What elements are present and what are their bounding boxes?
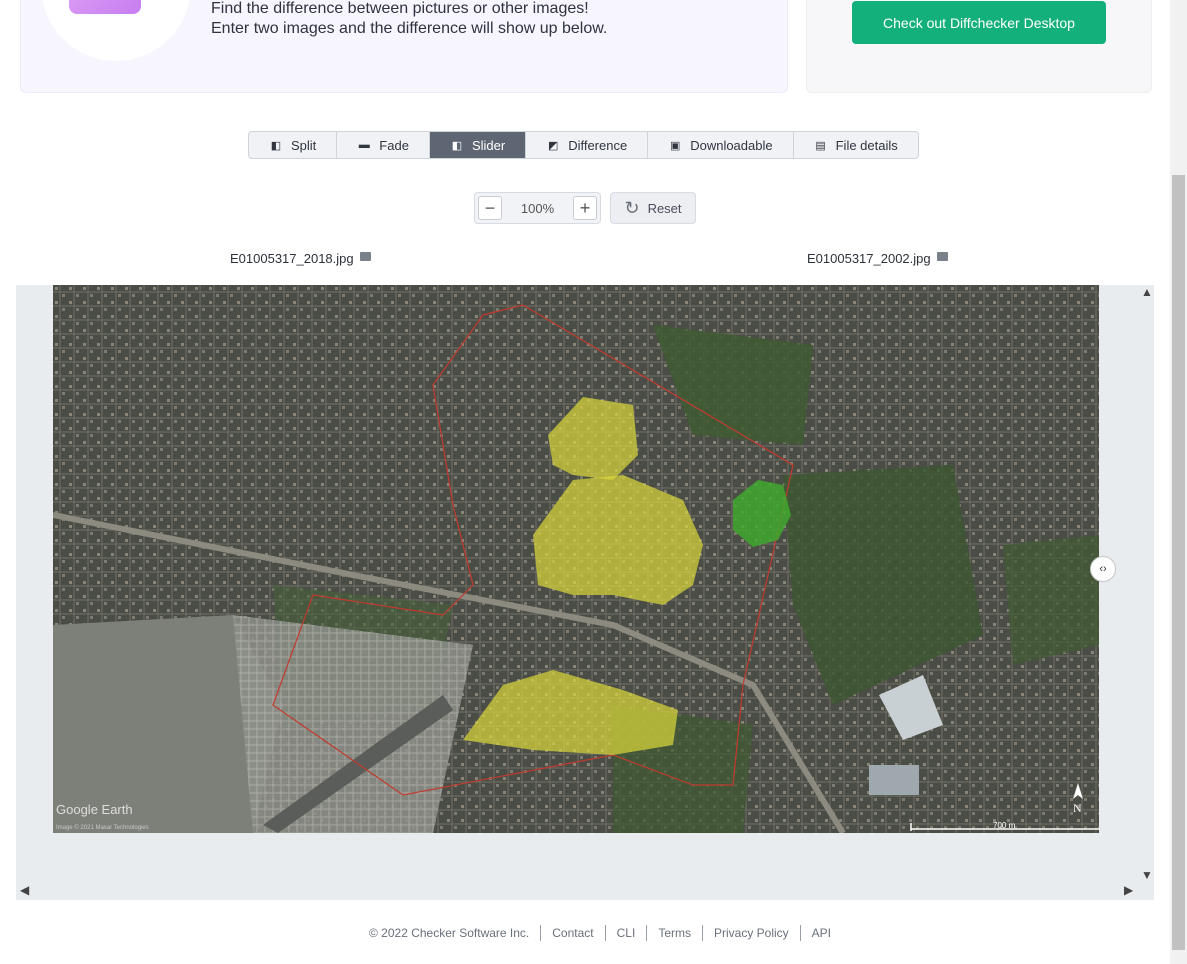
tab-label: Difference bbox=[568, 137, 628, 153]
split-icon: ◧ bbox=[270, 139, 282, 152]
hero-line-1: Find the difference between pictures or … bbox=[211, 0, 589, 17]
left-file-name: E01005317_2018.jpg bbox=[230, 251, 371, 266]
footer: © 2022 Checker Software Inc. Contact CLI… bbox=[369, 925, 831, 941]
scroll-down-icon[interactable]: ▼ bbox=[1141, 868, 1153, 882]
drag-handle-icon: ‹› bbox=[1099, 563, 1107, 575]
tab-fade[interactable]: ▬ Fade bbox=[337, 132, 430, 158]
footer-link-contact[interactable]: Contact bbox=[552, 926, 593, 940]
hero-banner: Find the difference between pictures or … bbox=[20, 0, 788, 93]
footer-link-privacy[interactable]: Privacy Policy bbox=[714, 926, 789, 940]
tab-slider[interactable]: ◧ Slider bbox=[429, 132, 527, 158]
diffchecker-desktop-button[interactable]: Check out Diffchecker Desktop bbox=[852, 1, 1106, 44]
slider-icon: ◧ bbox=[451, 139, 463, 152]
reset-icon: ↻ bbox=[624, 197, 640, 218]
image-illustration-icon bbox=[69, 0, 141, 14]
zoom-in-button[interactable]: + bbox=[573, 196, 597, 220]
tab-label: Slider bbox=[471, 137, 506, 153]
download-icon: ▣ bbox=[670, 139, 681, 152]
view-mode-tabs: ◧ Split ▬ Fade ◧ Slider ◩ Difference ▣ D… bbox=[248, 131, 919, 159]
fade-icon: ▬ bbox=[358, 139, 370, 151]
tab-downloadable[interactable]: ▣ Downloadable bbox=[648, 132, 794, 158]
right-file-label: E01005317_2002.jpg bbox=[807, 251, 931, 266]
scroll-left-icon[interactable]: ◀ bbox=[20, 883, 29, 897]
scroll-up-icon[interactable]: ▲ bbox=[1141, 285, 1153, 299]
map-scale: 700 m bbox=[993, 821, 1016, 830]
scroll-right-icon[interactable]: ▶ bbox=[1124, 883, 1133, 897]
slider-handle[interactable]: ‹› bbox=[1090, 556, 1116, 582]
map-north: N bbox=[1073, 801, 1082, 815]
tab-split[interactable]: ◧ Split bbox=[249, 132, 338, 158]
reset-button[interactable]: ↻ Reset bbox=[610, 192, 696, 224]
file-icon[interactable] bbox=[359, 252, 371, 261]
map-credit: Image © 2021 Maxar Technologies bbox=[56, 824, 149, 831]
tab-label: File details bbox=[835, 137, 898, 153]
reset-label: Reset bbox=[647, 200, 682, 216]
hero-line-2: Enter two images and the difference will… bbox=[211, 20, 608, 37]
tab-label: Split bbox=[291, 137, 317, 153]
footer-link-cli[interactable]: CLI bbox=[617, 926, 636, 940]
footer-link-terms[interactable]: Terms bbox=[658, 926, 691, 940]
viewer-horizontal-scrollbar[interactable]: ◀ ▶ bbox=[16, 883, 1154, 900]
desktop-promo: Check out Diffchecker Desktop bbox=[806, 0, 1152, 93]
hero-description: Find the difference between pictures or … bbox=[211, 0, 607, 39]
tab-file-details[interactable]: ▤ File details bbox=[794, 132, 918, 158]
zoom-level: 100% bbox=[520, 200, 555, 216]
file-details-icon: ▤ bbox=[815, 139, 826, 152]
file-icon[interactable] bbox=[936, 252, 948, 261]
viewer-vertical-scrollbar[interactable]: ▲ ▼ bbox=[1138, 285, 1154, 883]
tab-label: Fade bbox=[379, 137, 409, 153]
footer-link-api[interactable]: API bbox=[812, 926, 831, 940]
zoom-out-button[interactable]: − bbox=[478, 196, 502, 220]
image-viewer: Google Earth Image © 2021 Maxar Technolo… bbox=[16, 285, 1154, 900]
copyright: © 2022 Checker Software Inc. bbox=[369, 926, 530, 940]
difference-icon: ◩ bbox=[547, 139, 559, 152]
page-scrollbar[interactable] bbox=[1170, 0, 1187, 964]
satellite-map-image: Google Earth Image © 2021 Maxar Technolo… bbox=[53, 285, 1099, 833]
page-scrollbar-thumb[interactable] bbox=[1172, 175, 1185, 950]
tab-difference[interactable]: ◩ Difference bbox=[526, 132, 649, 158]
left-file-label: E01005317_2018.jpg bbox=[230, 251, 354, 266]
map-watermark: Google Earth bbox=[56, 802, 133, 817]
right-file-name: E01005317_2002.jpg bbox=[807, 251, 948, 266]
tab-label: Downloadable bbox=[690, 137, 773, 153]
zoom-control: − 100% + bbox=[474, 192, 601, 224]
